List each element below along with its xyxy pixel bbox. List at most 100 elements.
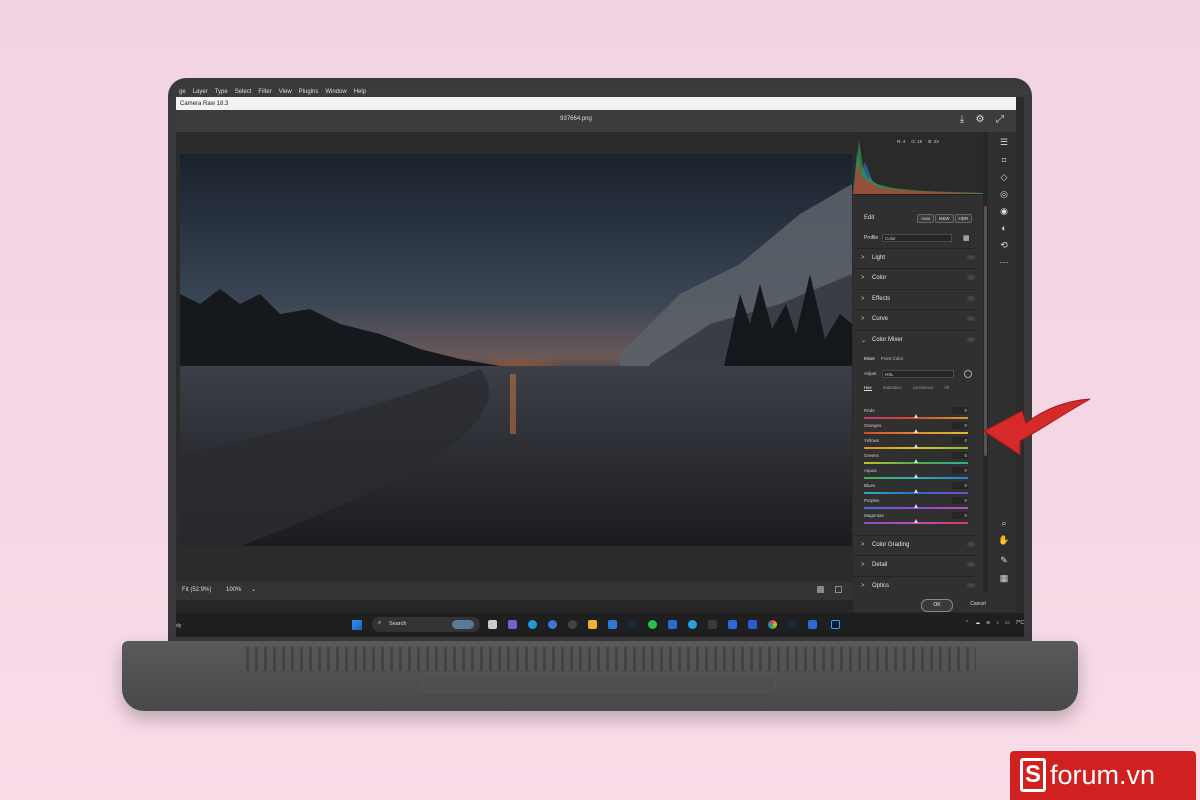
menu-item-window[interactable]: Window (325, 89, 346, 95)
hand-icon[interactable]: ✋ (998, 534, 1010, 546)
app-icon[interactable] (728, 620, 737, 629)
color-sampler-icon[interactable]: ✎ (998, 554, 1010, 566)
auto-button[interactable]: Auto (917, 214, 935, 223)
slider-thumb[interactable] (914, 489, 918, 493)
cancel-button[interactable]: Cancel (966, 599, 990, 610)
menu-item[interactable]: ge (179, 89, 186, 95)
eye-icon[interactable] (967, 583, 975, 588)
crop-icon[interactable]: ⌗ (998, 154, 1010, 166)
presets-icon[interactable]: ◐ (998, 222, 1010, 234)
slider-thumb[interactable] (914, 414, 918, 418)
grid-toggle-icon[interactable]: ▦ (998, 572, 1010, 584)
app-icon[interactable] (808, 620, 817, 629)
windows-start-icon[interactable] (352, 620, 362, 630)
menu-item-type[interactable]: Type (215, 89, 228, 95)
eye-icon[interactable] (967, 337, 975, 342)
tab-point-color[interactable]: Point Color (881, 356, 903, 361)
slider-purples[interactable]: Purples 0 (864, 497, 968, 513)
slider-magentas[interactable]: Magentas 0 (864, 512, 968, 528)
before-after-icon[interactable] (835, 586, 842, 593)
menu-item-plugins[interactable]: Plugins (299, 89, 319, 95)
volume-icon[interactable]: ♪ (996, 620, 999, 626)
section-optics[interactable]: > Optics (853, 576, 979, 597)
slider-aquas[interactable]: Aquas 0 (864, 467, 968, 483)
slider-thumb[interactable] (914, 459, 918, 463)
eye-icon[interactable] (967, 275, 975, 280)
eye-icon[interactable] (967, 316, 975, 321)
steam-icon[interactable] (628, 620, 637, 629)
profile-select[interactable]: Color (882, 234, 952, 242)
adjust-select[interactable]: HSL (882, 370, 954, 378)
section-detail[interactable]: > Detail (853, 555, 979, 576)
browser-icon[interactable] (548, 620, 557, 629)
chrome-icon[interactable] (768, 620, 777, 629)
mask-icon[interactable]: ◎ (998, 188, 1010, 200)
copilot-icon[interactable] (508, 620, 517, 629)
eye-icon[interactable] (967, 296, 975, 301)
slider-oranges[interactable]: Oranges 0 (864, 422, 968, 438)
hdr-button[interactable]: HDR (954, 214, 973, 223)
zoom-percent[interactable]: 100% (226, 587, 241, 593)
app-icon[interactable] (708, 620, 717, 629)
section-light[interactable]: > Light (853, 248, 979, 269)
mail-icon[interactable] (608, 620, 617, 629)
task-view-icon[interactable] (488, 620, 497, 629)
eraser-icon[interactable]: ◇ (998, 171, 1010, 183)
photoshop-icon[interactable] (831, 620, 840, 629)
target-adjust-icon[interactable] (964, 370, 972, 378)
menu-item-filter[interactable]: Filter (258, 89, 271, 95)
ok-button[interactable]: OK (921, 599, 953, 612)
app-icon[interactable] (748, 620, 757, 629)
more-icon[interactable]: ⋯ (998, 256, 1010, 268)
sliders-icon[interactable]: ☰ (998, 136, 1010, 148)
taskbar-search[interactable]: ⌕ Search (372, 617, 480, 632)
app-icon[interactable] (668, 620, 677, 629)
tab-all[interactable]: All (944, 385, 949, 391)
red-eye-icon[interactable]: ◉ (998, 205, 1010, 217)
zoom-icon[interactable]: ⌕ (998, 517, 1010, 529)
grid-icon[interactable]: ▦ (963, 234, 970, 242)
section-effects[interactable]: > Effects (853, 289, 979, 310)
app-icon[interactable] (568, 620, 577, 629)
slider-greens[interactable]: Greens 0 (864, 452, 968, 468)
section-color[interactable]: > Color (853, 268, 979, 289)
slider-yellows[interactable]: Yellows 0 (864, 437, 968, 453)
snapshot-icon[interactable]: ⟲ (998, 239, 1010, 251)
menu-item-help[interactable]: Help (354, 89, 366, 95)
section-curve[interactable]: > Curve (853, 309, 979, 330)
chevron-down-icon[interactable]: ⌄ (251, 586, 256, 593)
view-square-icon[interactable] (817, 586, 824, 593)
battery-icon[interactable]: ▭ (1005, 620, 1010, 626)
tab-hue[interactable]: Hue (864, 385, 872, 391)
wifi-icon[interactable]: ≋ (986, 620, 990, 626)
panel-scrollbar[interactable] (983, 132, 988, 592)
edge-icon[interactable] (528, 620, 537, 629)
save-icon[interactable]: ⤓ (956, 114, 968, 126)
slider-thumb[interactable] (914, 444, 918, 448)
slider-thumb[interactable] (914, 429, 918, 433)
eye-icon[interactable] (967, 255, 975, 260)
chevron-up-icon[interactable]: ⌃ (965, 620, 969, 626)
steam-icon[interactable] (788, 620, 797, 629)
menu-item-select[interactable]: Select (235, 89, 252, 95)
tab-mixer[interactable]: Mixer (864, 356, 875, 361)
slider-thumb[interactable] (914, 504, 918, 508)
cloud-icon[interactable]: ☁ (975, 620, 980, 626)
slider-blues[interactable]: Blues 0 (864, 482, 968, 498)
bw-button[interactable]: B&W (935, 214, 954, 223)
section-color-grading[interactable]: > Color Grading (853, 535, 979, 556)
spotify-icon[interactable] (648, 620, 657, 629)
file-explorer-icon[interactable] (588, 620, 597, 629)
image-canvas[interactable] (176, 132, 853, 582)
eye-icon[interactable] (967, 542, 975, 547)
menu-item-view[interactable]: View (279, 89, 292, 95)
slider-reds[interactable]: Reds 0 (864, 407, 968, 423)
telegram-icon[interactable] (688, 620, 697, 629)
tab-saturation[interactable]: Saturation (883, 385, 902, 391)
gear-icon[interactable]: ⚙ (974, 114, 986, 126)
section-color-mixer[interactable]: ⌄ Color Mixer (853, 330, 979, 351)
fullscreen-icon[interactable]: ⤢ (994, 114, 1006, 126)
slider-thumb[interactable] (914, 519, 918, 523)
menu-item-layer[interactable]: Layer (193, 89, 208, 95)
zoom-fit[interactable]: Fit (52.9%) (182, 587, 211, 593)
